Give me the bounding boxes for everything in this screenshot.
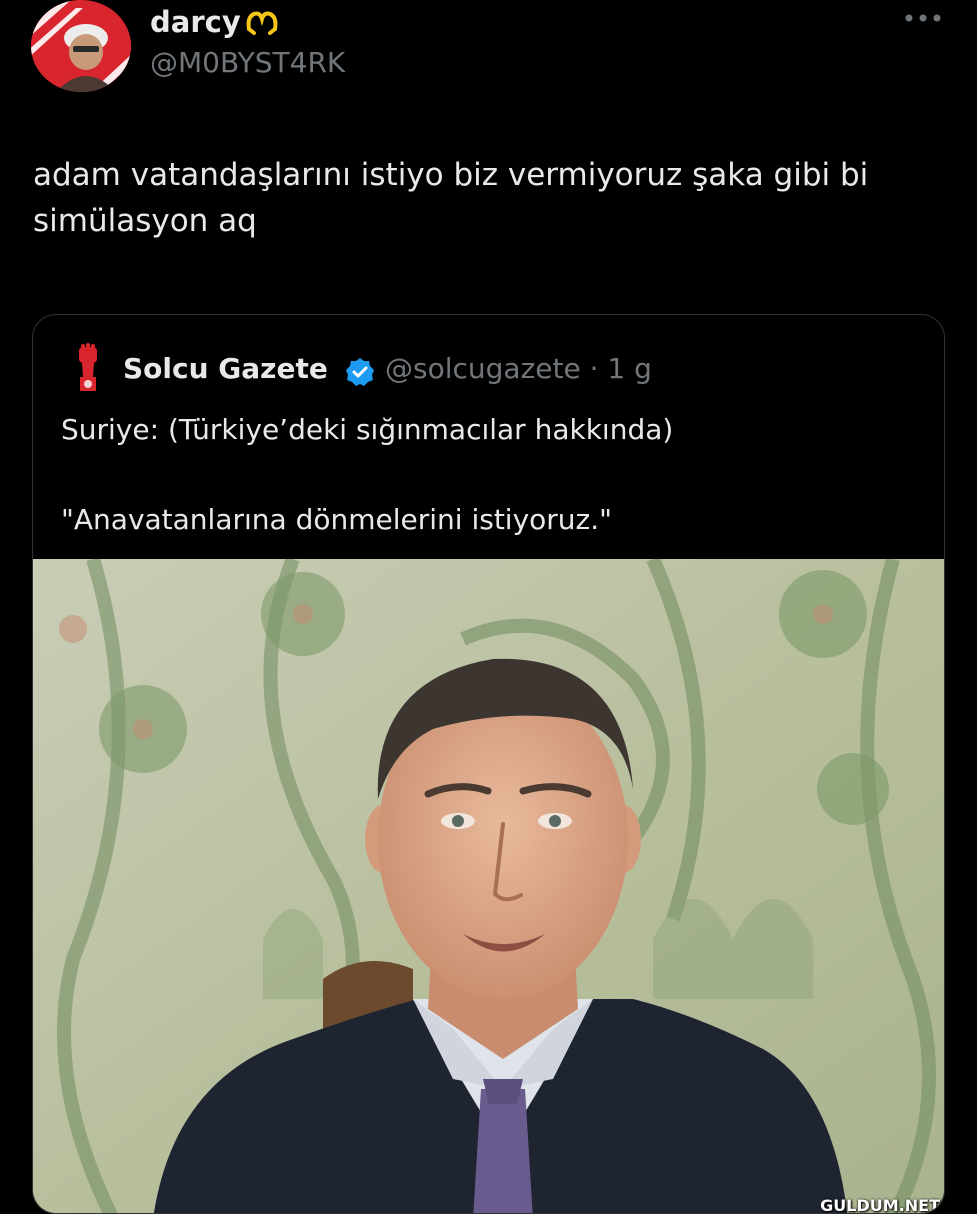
tweet: darcy @M0BYST4RK adam vatandaşlarını ist… [0, 0, 977, 1214]
quoted-text-line1: Suriye: (Türkiye’deki sığınmacılar hakkı… [61, 413, 674, 446]
more-options-icon[interactable] [900, 8, 946, 28]
quoted-text-line2: "Anavatanlarına dönmelerini istiyoruz." [61, 503, 613, 536]
fist-logo-icon [79, 343, 97, 391]
quoted-media-photo[interactable]: GULDUM.NET [33, 559, 944, 1214]
display-name-text: darcy [150, 5, 241, 39]
quoted-display-name[interactable]: Solcu Gazete [123, 349, 328, 389]
display-name[interactable]: darcy [150, 2, 279, 42]
portrait-photo [33, 559, 944, 1213]
tweet-text: adam vatandaşlarını istiyo biz vermiyoru… [33, 157, 869, 239]
verified-badge-icon [346, 358, 374, 386]
watermark: GULDUM.NET [820, 1196, 940, 1214]
quoted-tweet[interactable]: Solcu Gazete @solcugazete · 1 g Suriye: … [32, 314, 945, 1214]
user-handle[interactable]: @M0BYST4RK [150, 44, 345, 82]
heart-hands-icon [246, 11, 278, 35]
quoted-handle-time[interactable]: @solcugazete · 1 g [385, 349, 652, 389]
avatar[interactable] [31, 0, 131, 92]
